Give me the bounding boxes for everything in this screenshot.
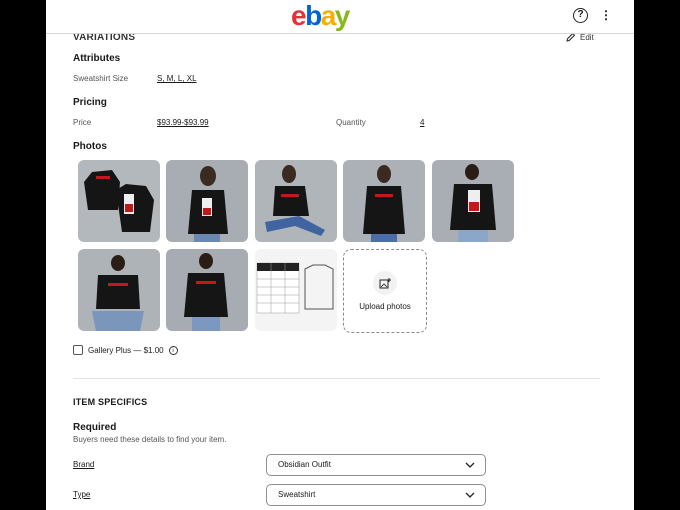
product-photo-man-sitting[interactable] bbox=[78, 249, 160, 331]
add-photo-icon bbox=[373, 271, 397, 295]
help-icon[interactable]: ? bbox=[573, 8, 588, 23]
ebay-logo[interactable]: ebay bbox=[291, 1, 350, 31]
type-select[interactable]: Sweatshirt bbox=[266, 484, 486, 506]
product-photo-woman-front[interactable] bbox=[343, 160, 425, 242]
info-icon[interactable]: i bbox=[168, 345, 178, 355]
item-specifics-title: ITEM SPECIFICS bbox=[73, 397, 148, 407]
sweatshirt-size-value[interactable]: S, M, L, XL bbox=[157, 74, 197, 83]
chevron-down-icon bbox=[465, 492, 475, 498]
product-photo-size-chart[interactable] bbox=[255, 249, 337, 331]
attributes-heading: Attributes bbox=[73, 53, 121, 64]
section-divider bbox=[73, 378, 600, 379]
quantity-label: Quantity bbox=[336, 118, 366, 127]
upload-photos-label: Upload photos bbox=[359, 302, 411, 311]
product-photo-man-front[interactable] bbox=[166, 249, 248, 331]
product-photo-flatlay[interactable] bbox=[78, 160, 160, 242]
top-header: ebay ? ⋮ bbox=[46, 0, 634, 34]
price-value[interactable]: $93.99-$93.99 bbox=[157, 118, 209, 127]
upload-photos-button[interactable]: Upload photos bbox=[343, 249, 427, 333]
sweatshirt-size-label: Sweatshirt Size bbox=[73, 74, 129, 83]
pricing-heading: Pricing bbox=[73, 97, 107, 108]
gallery-plus-checkbox[interactable] bbox=[73, 345, 83, 355]
product-photo-woman-sitting[interactable] bbox=[255, 160, 337, 242]
listing-page: ebay ? ⋮ VARIATIONS Edit Attributes Swea… bbox=[46, 0, 634, 510]
chevron-down-icon bbox=[465, 462, 475, 468]
gallery-plus-option[interactable]: Gallery Plus — $1.00 i bbox=[73, 345, 178, 355]
brand-select[interactable]: Obsidian Outfit bbox=[266, 454, 486, 476]
photos-heading: Photos bbox=[73, 141, 107, 152]
more-menu-icon[interactable]: ⋮ bbox=[600, 8, 612, 23]
type-label[interactable]: Type bbox=[73, 490, 90, 499]
quantity-value[interactable]: 4 bbox=[420, 118, 424, 127]
brand-label[interactable]: Brand bbox=[73, 460, 94, 469]
product-photo-woman-back[interactable] bbox=[166, 160, 248, 242]
required-subtitle: Buyers need these details to find your i… bbox=[73, 435, 227, 444]
required-heading: Required bbox=[73, 422, 117, 433]
brand-select-value: Obsidian Outfit bbox=[278, 460, 331, 469]
gallery-plus-label: Gallery Plus — $1.00 bbox=[88, 345, 164, 355]
product-photo-man-back[interactable] bbox=[432, 160, 514, 242]
price-label: Price bbox=[73, 118, 92, 127]
type-select-value: Sweatshirt bbox=[278, 490, 316, 499]
